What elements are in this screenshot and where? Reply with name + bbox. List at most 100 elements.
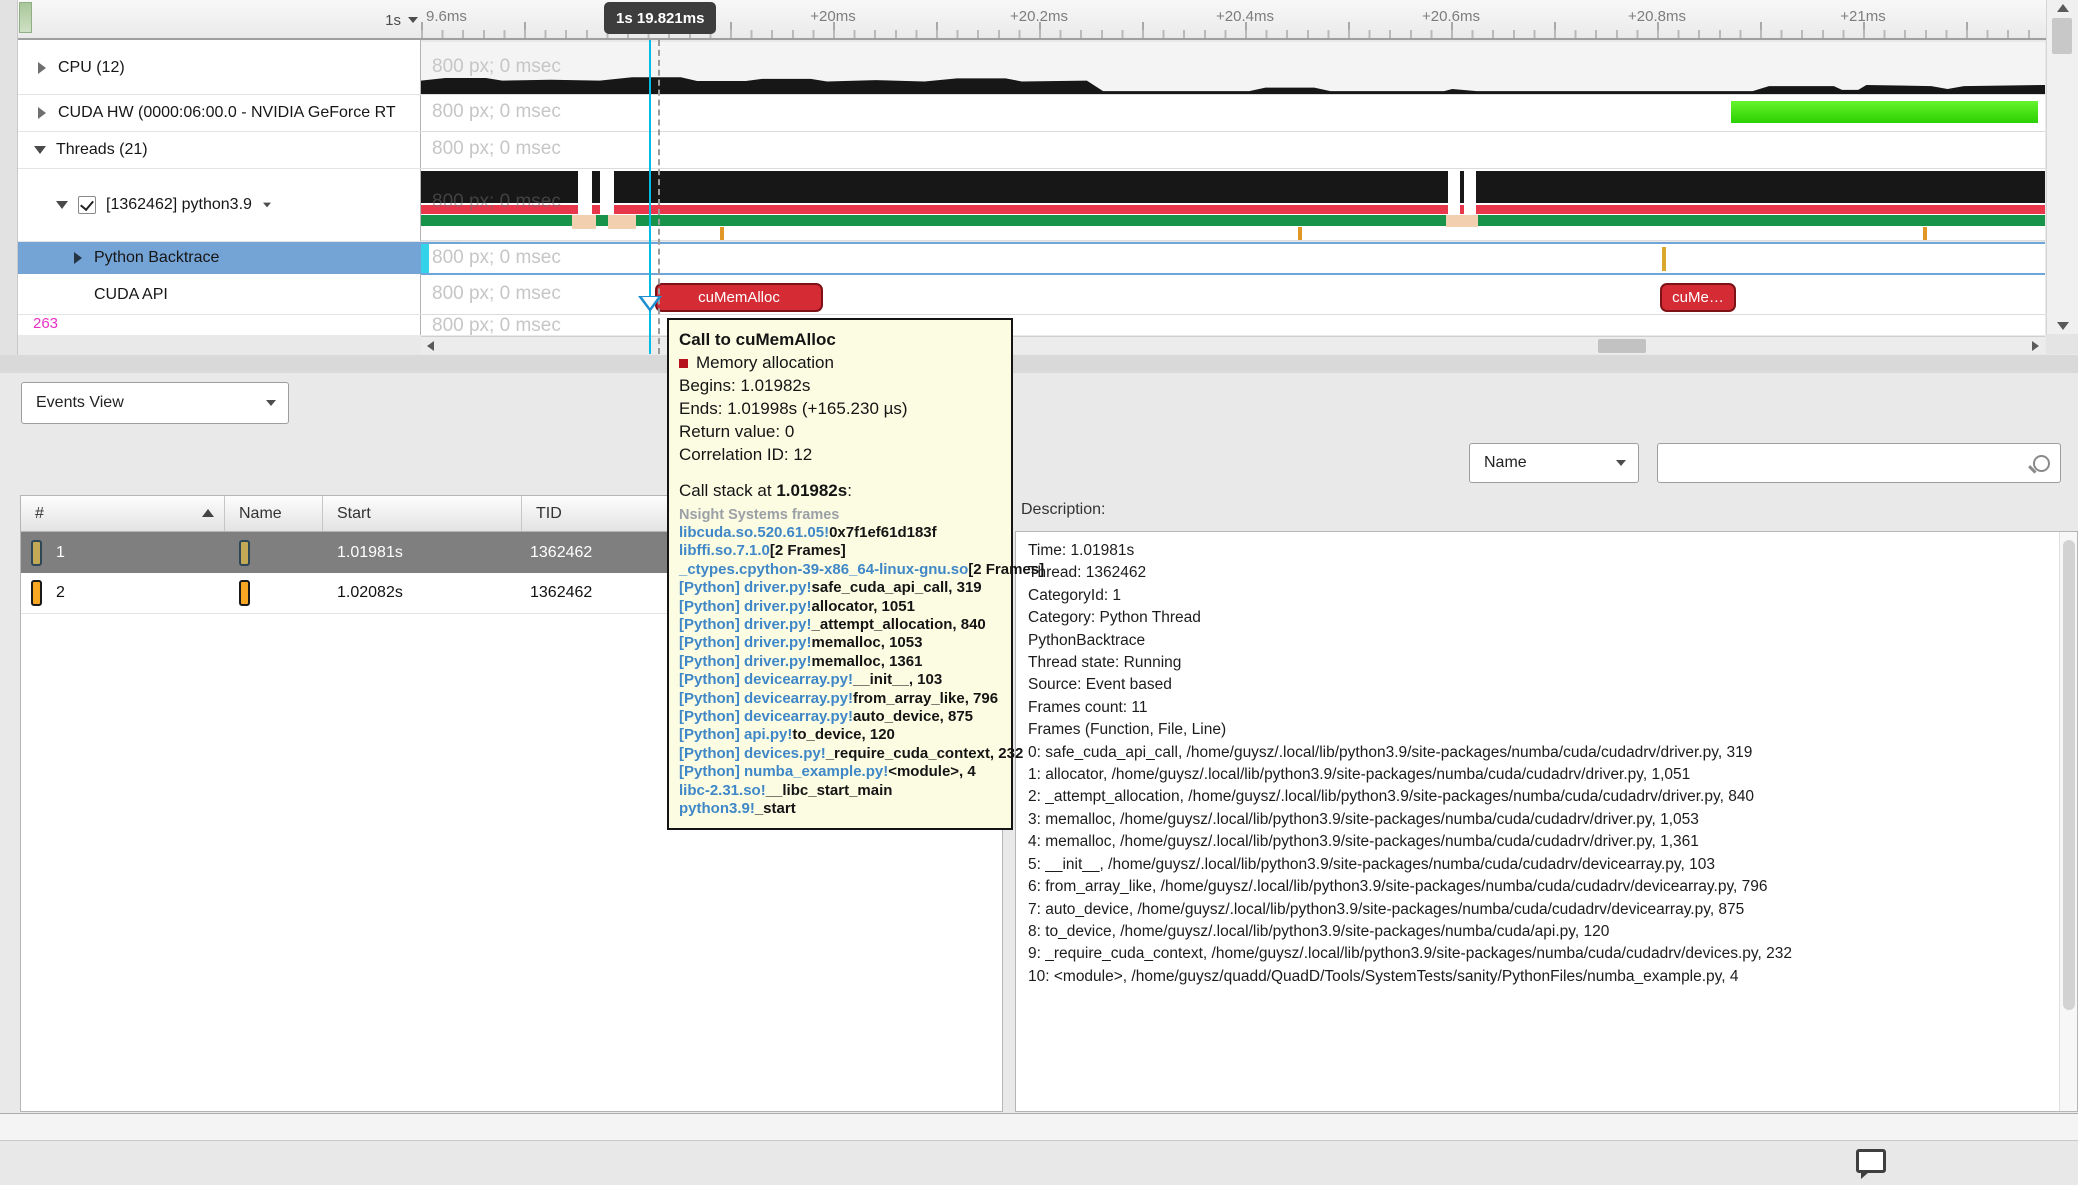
scroll-up-icon[interactable]	[2057, 4, 2069, 12]
stack-frame: [Python] driver.py!memalloc, 1361	[679, 652, 923, 670]
cuda-api-event-cumemalloc[interactable]: cuMemAlloc	[655, 283, 823, 312]
tooltip-begins: Begins: 1.01982s	[679, 376, 811, 395]
lane-overflow[interactable]: 800 px; 0 msec	[421, 315, 2045, 335]
thread-state-bar-green[interactable]	[421, 215, 2045, 226]
stack-frame: [Python] devicearray.py!__init__, 103	[679, 671, 943, 689]
thread-visibility-checkbox[interactable]	[78, 196, 96, 214]
lane-size-hint: 800 px; 0 msec	[432, 138, 561, 159]
column-header-name[interactable]: Name	[225, 496, 323, 531]
stack-frame: [Python] devicearray.py!from_array_like,…	[679, 689, 999, 707]
chevron-down-icon	[408, 17, 418, 23]
event-type-icon	[31, 539, 42, 566]
chevron-right-icon[interactable]	[38, 107, 46, 119]
event-count-label: 263	[33, 315, 59, 332]
column-header-start[interactable]: Start	[323, 496, 522, 531]
gpu-kernel-bar[interactable]	[1731, 101, 2038, 123]
search-icon[interactable]	[2033, 454, 2050, 472]
bar-gap	[600, 171, 614, 214]
chevron-down-icon[interactable]	[56, 201, 68, 209]
chevron-right-icon[interactable]	[38, 62, 46, 74]
thread-state-mark	[572, 215, 596, 229]
scrollbar-thumb[interactable]	[1598, 339, 1646, 353]
lane-size-hint: 800 px; 0 msec	[432, 56, 561, 77]
stack-frame: [Python] driver.py!safe_cuda_api_call, 3…	[679, 579, 982, 597]
event-type-icon	[31, 580, 42, 606]
sidebar-row-cuda-hw[interactable]: CUDA HW (0000:06:00.0 - NVIDIA GeForce R…	[18, 95, 441, 132]
events-view-dropdown[interactable]: Events View	[21, 382, 289, 424]
chevron-down-icon[interactable]	[262, 202, 271, 208]
thread-state-bar-black[interactable]	[421, 171, 2045, 203]
lane-python-backtrace[interactable]: 800 px; 0 msec	[421, 242, 2045, 275]
tooltip-title: Call to cuMemAlloc	[679, 330, 836, 349]
scroll-right-icon[interactable]	[2032, 341, 2039, 351]
column-header-num[interactable]: #	[21, 496, 225, 531]
category-color-icon	[679, 359, 688, 368]
row-label: CUDA HW (0000:06:00.0 - NVIDIA GeForce R…	[58, 104, 396, 121]
lane-cuda-api[interactable]: 800 px; 0 msec cuMemAlloc cuMe…	[421, 275, 2045, 315]
tooltip-callstack-heading: Call stack at 1.01982s:	[679, 481, 852, 500]
description-scrollbar[interactable]	[2059, 532, 2077, 1111]
lane-size-hint: 800 px; 0 msec	[432, 283, 561, 304]
lane-size-hint: 800 px; 0 msec	[432, 315, 561, 335]
sidebar-row-python-thread[interactable]: [1362462] python3.9	[18, 169, 459, 242]
chevron-down-icon[interactable]	[34, 146, 46, 154]
thread-state-mark	[608, 215, 636, 229]
timeline-cursor-badge: 1s 19.821ms	[604, 2, 717, 34]
stack-frame: [Python] api.py!to_device, 120	[679, 726, 895, 744]
event-tick[interactable]	[1923, 227, 1927, 240]
row-label: CPU (12)	[58, 59, 125, 76]
thread-state-mark	[1446, 215, 1478, 227]
tooltip-return: Return value: 0	[679, 422, 795, 441]
stack-frame: [Python] driver.py!memalloc, 1053	[679, 634, 923, 652]
bar-gap	[578, 171, 592, 214]
sort-ascending-icon[interactable]	[202, 509, 214, 517]
stack-frame: python3.9!_start	[679, 800, 796, 818]
description-panel[interactable]: Time: 1.01981s Thread: 1362462 CategoryI…	[1015, 531, 2078, 1112]
sidebar-row-threads[interactable]: Threads (21)	[18, 132, 437, 169]
row-label: [1362462] python3.9	[106, 196, 252, 213]
timeline-zoom-dropdown[interactable]: 1s	[352, 9, 418, 31]
timeline-vertical-scrollbar[interactable]	[2046, 0, 2078, 334]
scroll-down-icon[interactable]	[2057, 322, 2069, 330]
thread-state-bar-red[interactable]	[421, 205, 2045, 214]
lane-python-thread[interactable]: 800 px; 0 msec	[421, 169, 2045, 241]
events-view-label: Events View	[36, 394, 124, 411]
cuda-api-event-cumemalloc-2[interactable]: cuMe…	[1660, 283, 1736, 312]
nsight-systems-window: 1s 9.6ms +20ms +20.2ms +20.4ms +20.6ms +…	[0, 0, 2078, 1185]
console-feedback-icon[interactable]	[1856, 1149, 1886, 1179]
filter-field-dropdown[interactable]: Name	[1469, 443, 1639, 483]
bar-gap	[1448, 171, 1460, 214]
timeline-ruler[interactable]: 1s 9.6ms +20ms +20.2ms +20.4ms +20.6ms +…	[0, 0, 2078, 40]
scrollbar-thumb[interactable]	[2052, 18, 2072, 54]
scrollbar-corner	[2046, 334, 2078, 354]
sidebar-row-python-backtrace[interactable]: Python Backtrace	[18, 242, 477, 274]
status-strip	[0, 1113, 2078, 1141]
event-type-icon	[239, 580, 250, 606]
lane-cpu[interactable]: 800 px; 0 msec	[421, 42, 2045, 95]
tooltip-category: Memory allocation	[679, 351, 1001, 374]
lane-cuda-hw[interactable]: 800 px; 0 msec	[421, 95, 2045, 132]
row-label: Threads (21)	[56, 141, 148, 158]
events-search-input[interactable]	[1657, 443, 2061, 483]
backtrace-tick[interactable]	[1662, 247, 1666, 271]
panel-splitter[interactable]	[0, 355, 2078, 373]
chevron-right-icon[interactable]	[74, 252, 82, 264]
filter-field-label: Name	[1484, 454, 1527, 471]
stack-frame: [Python] devices.py!_require_cuda_contex…	[679, 744, 1024, 762]
scroll-left-icon[interactable]	[427, 341, 434, 351]
description-label: Description:	[1021, 501, 1106, 518]
event-tick[interactable]	[1298, 227, 1302, 240]
stack-frame: [Python] numba_example.py!<module>, 4	[679, 763, 976, 781]
stack-frame: [Python] driver.py!allocator, 1051	[679, 597, 915, 615]
timeline-horizontal-scrollbar[interactable]	[421, 336, 2045, 354]
lane-size-hint: 800 px; 0 msec	[432, 191, 561, 212]
row-label: CUDA API	[94, 285, 168, 303]
cpu-utilization-chart	[421, 77, 2045, 94]
scrollbar-thumb[interactable]	[2063, 540, 2075, 1010]
bar-gap	[1464, 171, 1476, 214]
lane-threads[interactable]: 800 px; 0 msec	[421, 132, 2045, 169]
description-text: Time: 1.01981s Thread: 1362462 CategoryI…	[1028, 542, 1792, 985]
tooltip-frames-source: Nsight Systems frames	[679, 507, 840, 523]
event-tick[interactable]	[720, 227, 724, 240]
sidebar-row-cpu[interactable]: CPU (12)	[18, 42, 441, 95]
